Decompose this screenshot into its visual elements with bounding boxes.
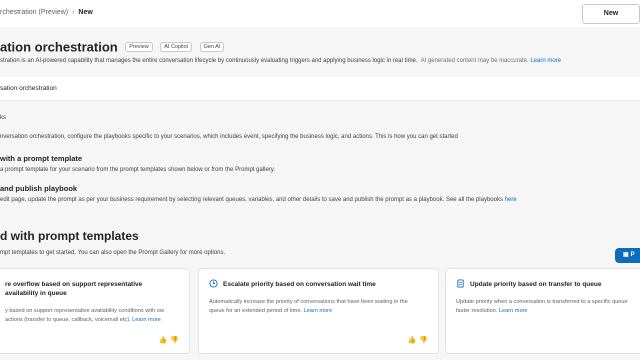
feedback: 👍 👎 [405, 336, 428, 344]
card-title: Update priority based on transfer to que… [470, 281, 602, 288]
page-title: ation orchestration [0, 39, 118, 55]
getting-started-steps: ks nversation orchestration, configure t… [0, 101, 640, 219]
card-desc: Automatically increase the priority of c… [209, 298, 424, 315]
description-text: stration is an AI-powered capability tha… [0, 58, 418, 64]
clock-icon [209, 279, 218, 288]
breadcrumb-parent[interactable]: rchestration (Preview) [0, 9, 68, 16]
chevron-right-icon: › [72, 9, 75, 16]
playbooks-here-link[interactable]: here [505, 197, 517, 203]
top-bar: rchestration (Preview) › New New [0, 0, 640, 27]
ai-copilot-badge: AI Copilot [160, 41, 193, 52]
breadcrumb: rchestration (Preview) › New [0, 9, 93, 16]
steps-label: ks [0, 115, 6, 121]
card-desc: y based on support representative availa… [5, 307, 170, 324]
tab-header: sation orchestration [0, 77, 640, 101]
document-icon [457, 279, 464, 288]
templates-title: d with prompt templates [0, 229, 139, 243]
steps-intro: nversation orchestration, configure the … [0, 134, 458, 140]
gen-ai-badge: Gen AI [199, 41, 225, 52]
card-desc: Update priority when a conversation is t… [456, 298, 640, 315]
templates-subtitle: mpt templates to get started. You can al… [0, 250, 226, 256]
template-card[interactable]: re overflow based on support representat… [0, 268, 190, 354]
card-learn-more-link[interactable]: Learn more [499, 308, 528, 314]
card-desc-text: Update priority when a conversation is t… [456, 299, 628, 314]
thumbs-up-icon[interactable]: 👍 [408, 337, 417, 344]
step2-desc: edit page, update the prompt as per your… [0, 197, 517, 203]
template-card[interactable]: Update priority based on transfer to que… [445, 268, 640, 354]
step2-title: and publish playbook [0, 184, 78, 193]
card-learn-more-link[interactable]: Learn more [132, 317, 161, 323]
card-learn-more-link[interactable]: Learn more [304, 308, 333, 314]
thumbs-down-icon[interactable]: 👎 [170, 337, 179, 344]
prompt-gallery-label: P [630, 252, 635, 258]
step1-title: with a prompt template [0, 154, 83, 163]
preview-badge: Preview [125, 41, 153, 52]
gallery-icon: ▣ [623, 252, 629, 258]
title-row: ation orchestration Preview AI Copilot G… [0, 38, 225, 55]
step2-desc-text: edit page, update the prompt as per your… [0, 197, 503, 203]
card-title: Escalate priority based on conversation … [223, 281, 376, 288]
feedback: 👍 👎 [156, 336, 179, 344]
thumbs-down-icon[interactable]: 👎 [419, 337, 428, 344]
new-button[interactable]: New [582, 4, 640, 24]
card-title: re overflow based on support representat… [5, 281, 143, 297]
ai-note: AI generated content may be inaccurate. [420, 58, 529, 64]
prompt-gallery-button[interactable]: ▣ P [615, 248, 640, 263]
step1-desc: a prompt template for your scenario from… [0, 167, 276, 173]
thumbs-up-icon[interactable]: 👍 [159, 337, 168, 344]
page-description: stration is an AI-powered capability tha… [0, 58, 561, 64]
learn-more-link[interactable]: Learn more [530, 58, 561, 64]
tab-label[interactable]: sation orchestration [0, 85, 57, 92]
template-card[interactable]: Escalate priority based on conversation … [198, 268, 439, 354]
breadcrumb-current: New [78, 9, 93, 16]
